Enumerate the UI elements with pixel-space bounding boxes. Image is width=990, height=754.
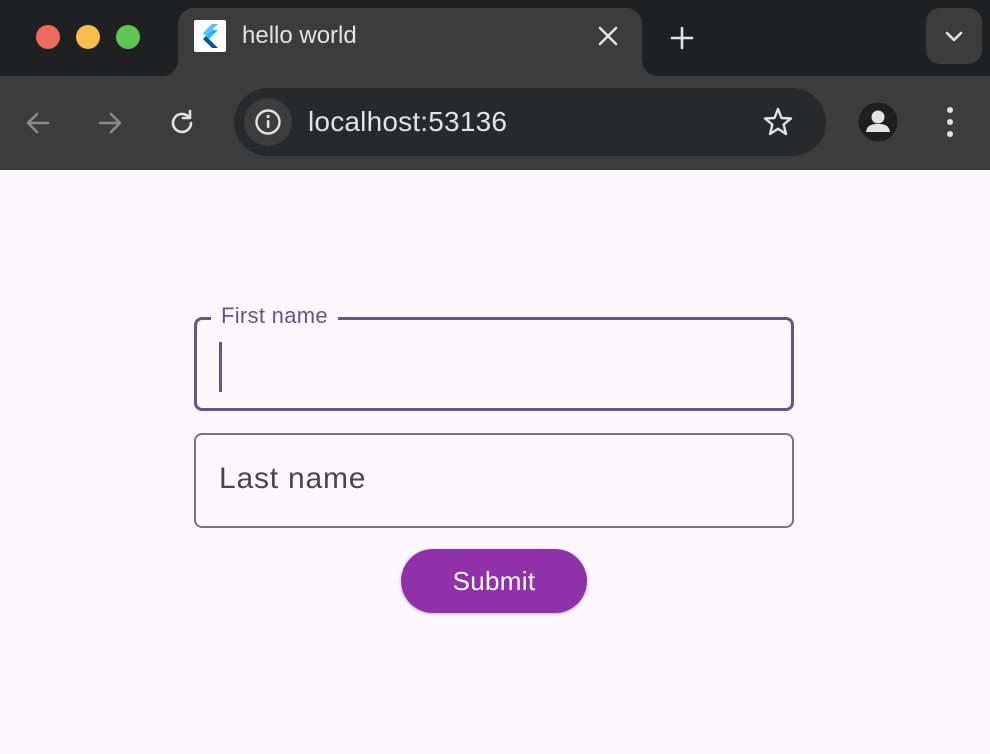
address-bar[interactable]: localhost:53136: [234, 88, 826, 156]
window-maximize-button[interactable]: [116, 25, 140, 49]
tab-title: hello world: [242, 22, 357, 49]
flutter-logo-icon: [194, 20, 226, 52]
window-close-button[interactable]: [36, 25, 60, 49]
site-info-button[interactable]: [244, 98, 292, 146]
new-tab-icon[interactable]: [666, 22, 698, 54]
profile-avatar[interactable]: [858, 102, 898, 142]
tab-search-button[interactable]: [926, 8, 982, 64]
more-vert-icon[interactable]: [934, 104, 966, 140]
first-name-label: First name: [211, 302, 338, 330]
chevron-down-icon: [945, 31, 963, 42]
url-text[interactable]: localhost:53136: [308, 105, 507, 139]
window-minimize-button[interactable]: [76, 25, 100, 49]
person-icon: [858, 102, 898, 142]
active-tab[interactable]: hello world: [162, 8, 658, 76]
last-name-field[interactable]: Last name: [194, 433, 794, 528]
forward-icon[interactable]: [93, 106, 127, 140]
info-icon: [255, 109, 281, 135]
text-cursor: [219, 342, 222, 392]
first-name-field[interactable]: First name: [194, 302, 794, 411]
browser-toolbar: localhost:53136: [0, 76, 990, 170]
page-content: First name Last name Submit: [0, 170, 990, 754]
reload-icon[interactable]: [165, 106, 199, 140]
tab-strip: hello world: [0, 0, 990, 76]
tab-close-icon[interactable]: [596, 24, 620, 48]
submit-button[interactable]: Submit: [401, 549, 587, 613]
back-icon[interactable]: [21, 106, 55, 140]
last-name-label: Last name: [219, 462, 367, 495]
star-icon[interactable]: [761, 105, 795, 139]
